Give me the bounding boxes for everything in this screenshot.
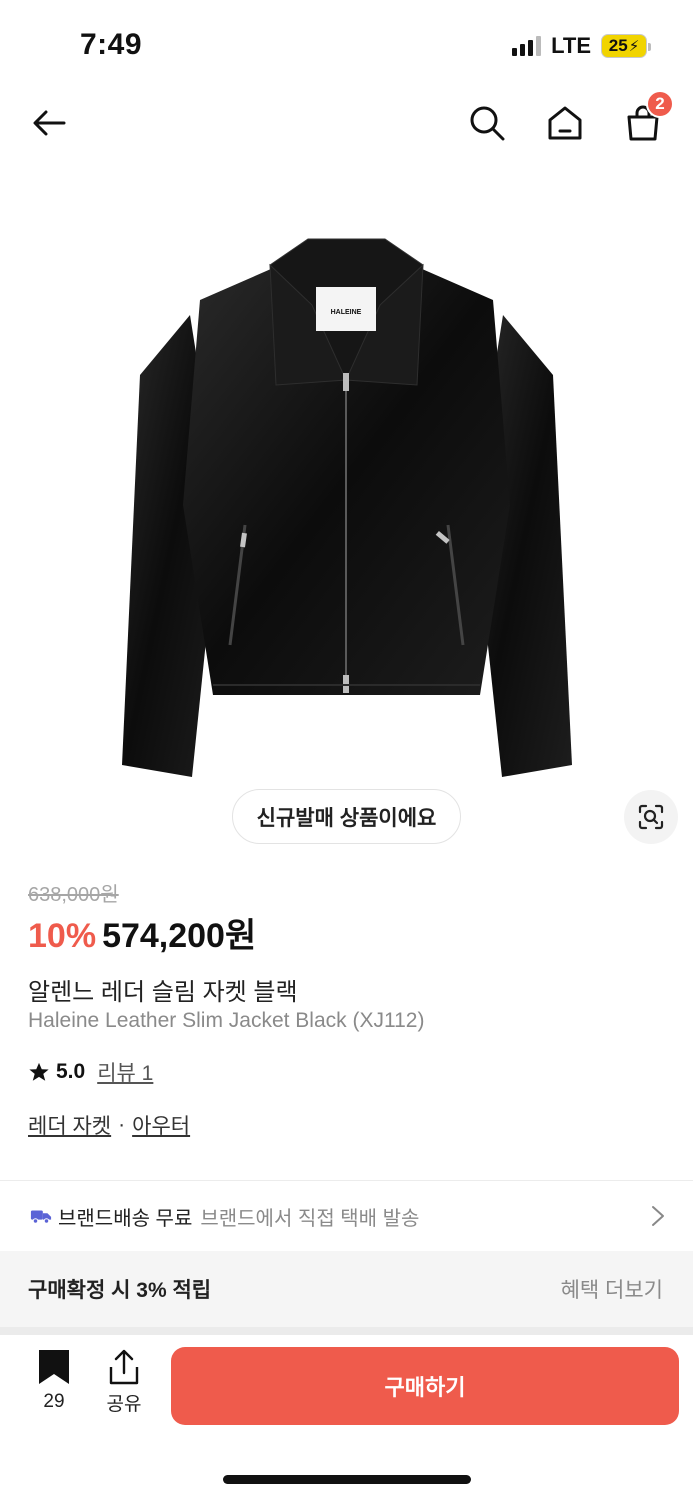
bookmark-button[interactable]: 29 [28, 1349, 80, 1413]
product-brand-label: HALEINE [331, 309, 362, 316]
cart-count-badge: 2 [646, 90, 674, 118]
home-icon [548, 106, 582, 140]
back-arrow-icon [33, 110, 66, 136]
status-time: 7:49 [80, 28, 143, 61]
cart-button[interactable]: 2 [620, 90, 674, 146]
bookmark-count: 29 [43, 1391, 65, 1412]
reward-title: 구매확정 시 3% 적립 [28, 1279, 212, 1302]
shipping-title: 브랜드배송 무료 [58, 1207, 193, 1230]
charging-bolt-icon: ⚡ [628, 38, 640, 55]
discount-rate: 10% [28, 917, 97, 955]
share-button[interactable]: 공유 [98, 1349, 150, 1416]
category-breadcrumb: 레더 자켓 · 아우터 [28, 1110, 190, 1140]
status-indicators: LTE 25 ⚡ [512, 33, 651, 59]
product-name-english: Haleine Leather Slim Jacket Black (XJ112… [28, 1009, 425, 1032]
rating-score: 5.0 [56, 1060, 86, 1083]
product-name-korean: 알렌느 레더 슬림 자켓 블랙 [28, 979, 298, 1006]
shipping-description: 브랜드에서 직접 택배 발송 [200, 1207, 420, 1230]
bottom-action-bar: 29 공유 구매하기 [0, 1335, 693, 1500]
network-label: LTE [551, 33, 591, 58]
search-icon [470, 106, 505, 141]
shipping-info-row[interactable]: 브랜드배송 무료 브랜드에서 직접 택배 발송 [0, 1181, 693, 1251]
category-link-outer[interactable]: 아우터 [132, 1110, 190, 1140]
back-button[interactable] [26, 100, 72, 146]
truck-icon [30, 1210, 52, 1224]
image-search-button[interactable] [624, 790, 678, 844]
rating-row: 5.0 리뷰 1 [28, 1057, 153, 1087]
star-icon [29, 1062, 49, 1081]
chevron-right-icon [652, 1206, 664, 1226]
review-link[interactable]: 리뷰 1 [97, 1057, 153, 1087]
section-gap [0, 1327, 693, 1335]
buy-button[interactable]: 구매하기 [171, 1347, 679, 1425]
sale-price: 574,200원 [102, 917, 257, 955]
lens-search-icon [638, 804, 664, 830]
battery-icon: 25 ⚡ [601, 34, 651, 58]
home-indicator [223, 1475, 471, 1484]
signal-icon [512, 36, 542, 56]
home-button[interactable] [542, 100, 588, 146]
bookmark-icon [39, 1350, 69, 1384]
share-icon [109, 1349, 139, 1385]
product-image[interactable]: HALEINE [80, 205, 613, 795]
search-button[interactable] [464, 100, 510, 146]
share-label: 공유 [106, 1394, 142, 1415]
new-release-badge: 신규발매 상품이에요 [232, 789, 461, 844]
reward-banner: 구매확정 시 3% 적립 혜택 더보기 [0, 1251, 693, 1327]
top-nav: 2 [0, 90, 693, 160]
original-price: 638,000원 [28, 884, 119, 906]
price-row: 10% 574,200원 [28, 908, 256, 957]
category-separator: · [118, 1113, 126, 1136]
battery-level: 25 [608, 36, 628, 55]
benefits-more-link[interactable]: 혜택 더보기 [561, 1274, 663, 1304]
status-bar: 7:49 LTE 25 ⚡ [0, 0, 693, 90]
category-link-leather-jacket[interactable]: 레더 자켓 [28, 1110, 111, 1140]
